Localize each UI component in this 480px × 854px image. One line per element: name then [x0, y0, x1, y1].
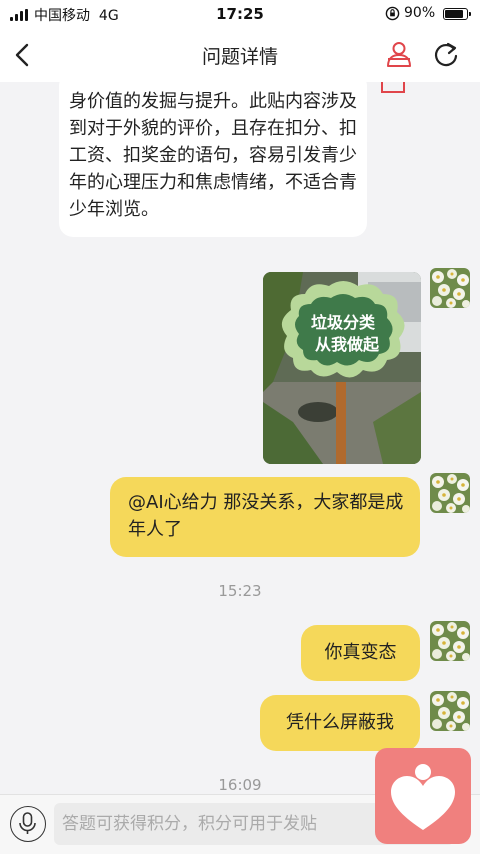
message-bubble-outgoing[interactable]: 凭什么屏蔽我 [260, 695, 420, 751]
heart-person-icon [391, 764, 455, 830]
message-bubble-incoming[interactable]: 身价值的发掘与提升。此贴内容涉及到对于外貌的评价，且存在扣分、扣工资、扣奖金的语… [59, 82, 367, 237]
chat-area[interactable]: 身价值的发掘与提升。此贴内容涉及到对于外貌的评价，且存在扣分、扣工资、扣奖金的语… [0, 82, 480, 794]
battery-percent: 90% [404, 5, 436, 21]
timestamp: 15:23 [218, 582, 262, 600]
refresh-icon[interactable] [432, 40, 460, 70]
sign-text-line2: 从我做起 [315, 335, 380, 354]
avatar[interactable] [430, 268, 470, 308]
sign-text-line1: 垃圾分类 [311, 313, 376, 332]
rotation-lock-icon [385, 6, 400, 21]
avatar[interactable] [430, 691, 470, 731]
avatar[interactable] [430, 473, 470, 513]
report-marker-icon [381, 82, 405, 93]
nav-bar: 问题详情 [0, 28, 480, 82]
battery-icon [443, 8, 471, 20]
avatar[interactable] [430, 621, 470, 661]
message-bubble-outgoing[interactable]: @AI心给力 那没关系，大家都是成年人了 [110, 477, 420, 557]
status-bar: 中国移动 4G 17:25 90% [0, 0, 480, 28]
user-icon[interactable] [385, 40, 413, 70]
microphone-icon [19, 812, 36, 834]
message-bubble-outgoing[interactable]: 你真变态 [301, 625, 420, 681]
photo-message[interactable]: 垃圾分类 从我做起 [263, 272, 421, 464]
voice-input-button[interactable] [10, 806, 46, 842]
floating-action-button[interactable] [375, 748, 471, 844]
photo-image: 垃圾分类 从我做起 [263, 272, 421, 464]
